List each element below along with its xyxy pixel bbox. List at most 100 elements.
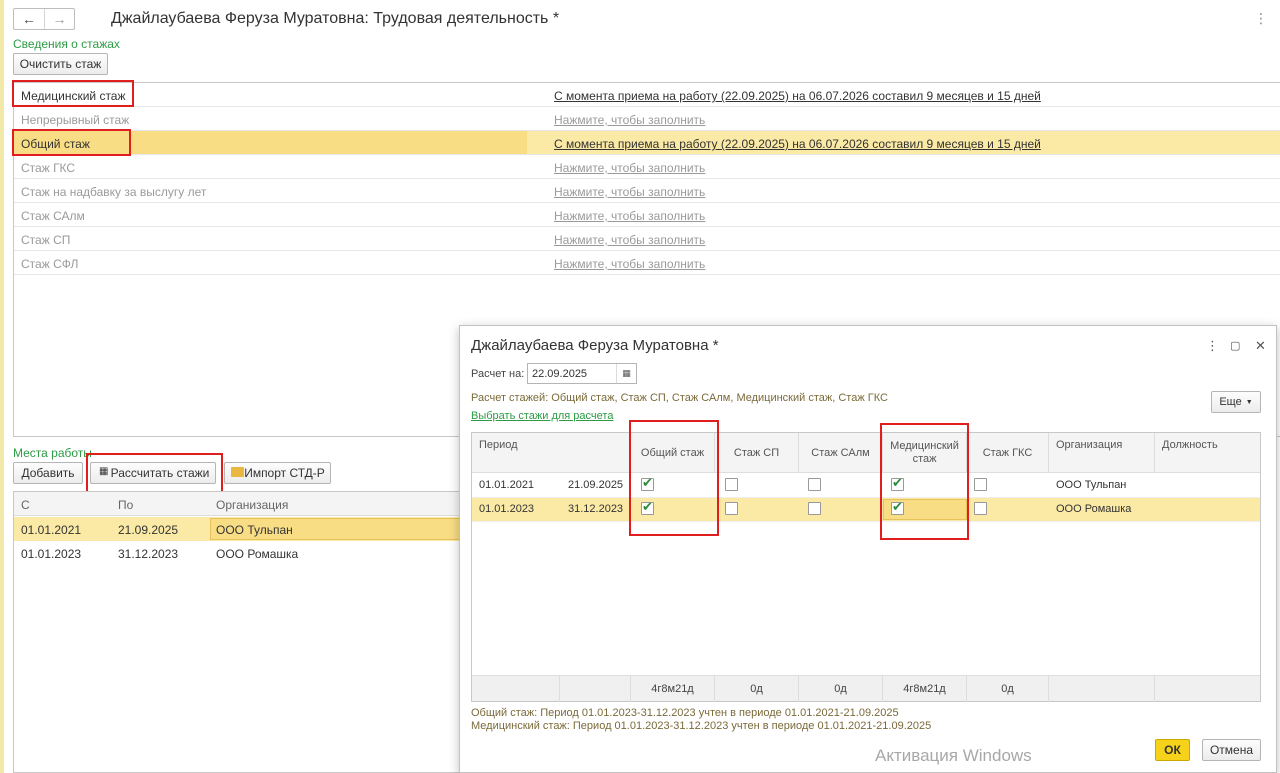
sp-checkbox[interactable]	[725, 502, 738, 515]
stazh-row[interactable]: Стаж СФЛ Нажмите, чтобы заполнить	[14, 251, 1280, 275]
stazh-name: Стаж СФЛ	[21, 257, 79, 271]
import-std-button[interactable]: Импорт СТД-Р	[224, 462, 331, 484]
import-std-label: Импорт СТД-Р	[244, 466, 325, 480]
ok-button[interactable]: ОК	[1155, 739, 1190, 761]
stazh-value-link[interactable]: С момента приема на работу (22.09.2025) …	[554, 89, 1041, 103]
column-header-period: Период	[472, 433, 631, 473]
stazh-name: Общий стаж	[21, 137, 90, 151]
work-from: 01.01.2023	[21, 547, 82, 561]
calendar-icon[interactable]: ▦	[616, 364, 636, 383]
left-accent-bar	[0, 0, 4, 773]
work-table: С По Организация 01.01.2021 21.09.2025 О…	[13, 491, 461, 773]
salm-checkbox[interactable]	[808, 478, 821, 491]
column-header-org: Организация	[1049, 433, 1155, 473]
column-header-general: Общий стаж	[631, 433, 715, 473]
totals-empty	[1155, 676, 1262, 702]
stazh-calc-dialog: Джайлаубаева Феруза Муратовна * ⋮ ▢ ✕ Ра…	[459, 325, 1277, 773]
column-header-sp: Стаж СП	[715, 433, 799, 473]
clear-stazh-button[interactable]: Очистить стаж	[13, 53, 108, 75]
column-header-medical: Медицинский стаж	[883, 433, 967, 473]
stazh-name: Непрерывный стаж	[21, 113, 130, 127]
calc-date-field[interactable]: ▦	[527, 363, 637, 384]
general-checkbox[interactable]	[641, 500, 654, 515]
salm-checkbox[interactable]	[808, 502, 821, 515]
stazh-row[interactable]: Стаж на надбавку за выслугу лет Нажмите,…	[14, 179, 1280, 203]
total-medical: 4г8м21д	[883, 676, 967, 702]
back-button[interactable]: ←	[14, 9, 44, 29]
work-section-label: Места работы	[13, 446, 92, 460]
maximize-icon[interactable]: ▢	[1230, 339, 1240, 352]
total-general: 4г8м21д	[631, 676, 715, 702]
grid-header: Период Общий стаж Стаж СП Стаж САлм Меди…	[472, 433, 1260, 473]
more-button[interactable]: Еще ▼	[1211, 391, 1261, 413]
stazh-row[interactable]: Стаж САлм Нажмите, чтобы заполнить	[14, 203, 1280, 227]
dialog-menu-icon[interactable]: ⋮	[1206, 338, 1219, 354]
work-row-selected[interactable]: 01.01.2021 21.09.2025 ООО Тульпан	[14, 517, 461, 541]
totals-empty	[560, 676, 631, 702]
sp-checkbox[interactable]	[725, 478, 738, 491]
stazh-value-link[interactable]: Нажмите, чтобы заполнить	[554, 209, 705, 223]
stazh-value-link[interactable]: Нажмите, чтобы заполнить	[554, 257, 705, 271]
work-org: ООО Ромашка	[216, 547, 299, 561]
work-row[interactable]: 01.01.2023 31.12.2023 ООО Ромашка	[14, 541, 460, 565]
totals-empty	[1049, 676, 1155, 702]
stazh-row[interactable]: Медицинский стаж С момента приема на раб…	[14, 83, 1280, 107]
more-menu-icon[interactable]: ⋮	[1254, 10, 1268, 27]
medical-checkbox[interactable]	[891, 500, 904, 515]
column-header-salm: Стаж САлм	[799, 433, 883, 473]
work-table-header: С По Организация	[14, 492, 460, 516]
stazh-value-link[interactable]: Нажмите, чтобы заполнить	[554, 185, 705, 199]
gks-checkbox[interactable]	[974, 502, 987, 515]
column-header-to: По	[118, 498, 134, 512]
column-header-position: Должность	[1162, 439, 1218, 451]
stazh-row-selected[interactable]: Общий стаж С момента приема на работу (2…	[14, 131, 1280, 155]
stazh-row[interactable]: Непрерывный стаж Нажмите, чтобы заполнит…	[14, 107, 1280, 131]
column-header-from: С	[21, 498, 30, 512]
cancel-button[interactable]: Отмена	[1202, 739, 1261, 761]
total-sp: 0д	[715, 676, 799, 702]
general-checkbox[interactable]	[641, 476, 654, 491]
folder-icon	[231, 467, 244, 477]
stazh-name: Стаж на надбавку за выслугу лет	[21, 185, 207, 199]
stazh-name: Стаж САлм	[21, 209, 85, 223]
gks-checkbox[interactable]	[974, 478, 987, 491]
stazh-section-label: Сведения о стажах	[13, 37, 120, 51]
select-stazh-link[interactable]: Выбрать стажи для расчета	[471, 410, 613, 422]
add-button[interactable]: Добавить	[13, 462, 83, 484]
totals-empty	[472, 676, 560, 702]
work-org: ООО Тульпан	[216, 523, 293, 537]
work-to: 31.12.2023	[118, 547, 179, 561]
more-button-label: Еще	[1219, 396, 1242, 408]
navigation-buttons: ← →	[13, 8, 75, 30]
work-to: 21.09.2025	[118, 523, 179, 537]
calc-stazh-button[interactable]: ▦ Рассчитать стажи	[90, 462, 216, 484]
periods-grid: Период Общий стаж Стаж СП Стаж САлм Меди…	[471, 432, 1261, 702]
stazh-row[interactable]: Стаж ГКС Нажмите, чтобы заполнить	[14, 155, 1280, 179]
stazh-name: Медицинский стаж	[21, 89, 126, 103]
grid-row-selected[interactable]: 01.01.2023 31.12.2023 ООО Ромашка	[472, 498, 1260, 522]
stazh-name: Стаж СП	[21, 233, 71, 247]
stazh-value-link[interactable]: Нажмите, чтобы заполнить	[554, 113, 705, 127]
column-header-gks: Стаж ГКС	[967, 433, 1049, 473]
stazh-row[interactable]: Стаж СП Нажмите, чтобы заполнить	[14, 227, 1280, 251]
stazh-value-link[interactable]: Нажмите, чтобы заполнить	[554, 233, 705, 247]
calc-on-label: Расчет на:	[471, 368, 525, 380]
row-org: ООО Ромашка	[1056, 503, 1132, 515]
total-salm: 0д	[799, 676, 883, 702]
note-general: Общий стаж: Период 01.01.2023-31.12.2023…	[471, 707, 899, 719]
page-title: Джайлаубаева Феруза Муратовна: Трудовая …	[111, 10, 560, 27]
total-gks: 0д	[967, 676, 1049, 702]
windows-activation-watermark: Активация Windows	[875, 746, 1032, 765]
chevron-down-icon: ▼	[1245, 398, 1253, 406]
stazh-value-link[interactable]: С момента приема на работу (22.09.2025) …	[554, 137, 1041, 151]
stazh-value-link[interactable]: Нажмите, чтобы заполнить	[554, 161, 705, 175]
medical-checkbox[interactable]	[891, 476, 904, 491]
calc-date-input[interactable]	[528, 364, 614, 383]
grid-row[interactable]: 01.01.2021 21.09.2025 ООО Тульпан	[472, 474, 1260, 498]
close-icon[interactable]: ✕	[1255, 338, 1266, 354]
forward-button[interactable]: →	[44, 9, 74, 29]
dialog-title: Джайлаубаева Феруза Муратовна *	[471, 337, 719, 354]
work-from: 01.01.2021	[21, 523, 82, 537]
note-medical: Медицинский стаж: Период 01.01.2023-31.1…	[471, 720, 932, 732]
column-header-org: Организация	[216, 498, 289, 512]
